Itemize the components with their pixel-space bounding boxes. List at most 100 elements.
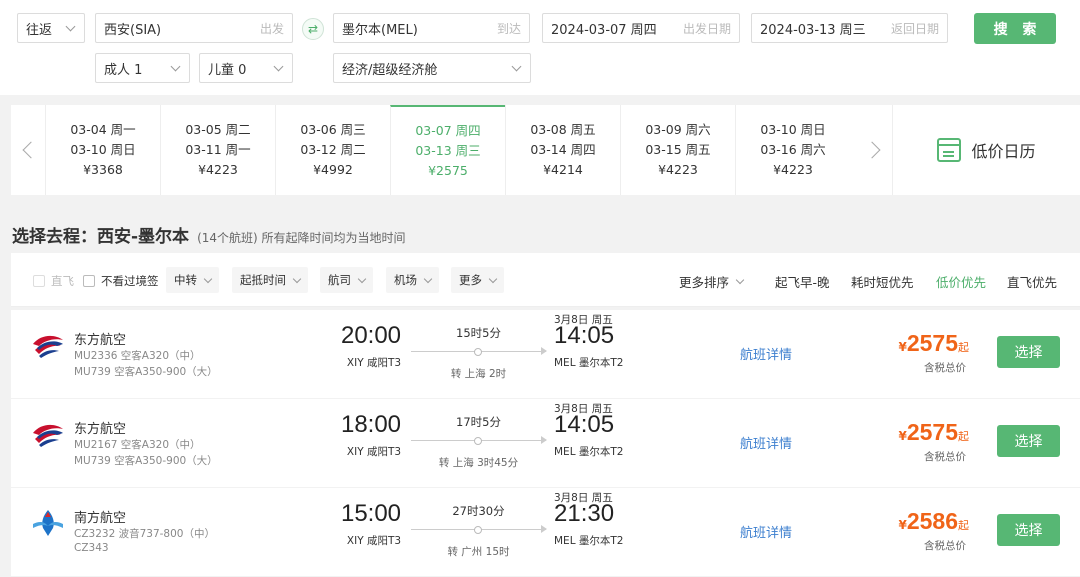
date-option[interactable]: 03-08 周五 03-14 周四 ¥4214 xyxy=(505,105,620,195)
filter-airline[interactable]: 航司 xyxy=(320,267,373,293)
return-date-value: 2024-03-13 周三 xyxy=(760,22,866,38)
calendar-label: 低价日历 xyxy=(971,142,1036,161)
flight-segment-1: MU2336 空客A320（中） xyxy=(74,350,201,362)
date-option[interactable]: 03-09 周六 03-15 周五 ¥4223 xyxy=(620,105,735,195)
adults-select[interactable]: 成人 1 xyxy=(95,53,190,83)
date-option[interactable]: 03-05 周二 03-11 周一 ¥4223 xyxy=(160,105,275,195)
flight-detail-link[interactable]: 航班详情 xyxy=(740,522,792,541)
price: ¥2575起 xyxy=(889,330,969,357)
select-flight-button[interactable]: 选择 xyxy=(997,425,1060,457)
date-return: 03-12 周二 xyxy=(300,142,366,157)
children-select[interactable]: 儿童 0 xyxy=(199,53,293,83)
airline-name: 南方航空 xyxy=(74,511,127,526)
section-heading: 选择去程：西安-墨尔本 (14个航班) 所有起降时间均为当地时间 xyxy=(12,222,406,247)
departure-time: 20:00 xyxy=(340,322,402,349)
flight-row: 南方航空 CZ3232 波音737-800（中） CZ343 15:00 XIY 咸阳T… xyxy=(11,488,1080,576)
chevron-down-icon xyxy=(65,21,76,31)
flight-duration: 15时5分 xyxy=(456,326,501,340)
from-city-input[interactable]: 西安(SIA) 出发 xyxy=(95,13,293,43)
sort-direct-first[interactable]: 直飞优先 xyxy=(1007,272,1057,291)
departure-airport: XIY 咸阳T3 xyxy=(346,535,402,547)
date-return: 03-16 周六 xyxy=(760,142,826,157)
depart-date-input[interactable]: 2024-03-07 周四 出发日期 xyxy=(542,13,740,43)
next-dates-button[interactable] xyxy=(858,105,892,195)
swap-icon[interactable]: ⇄ xyxy=(302,18,324,40)
flight-row: 东方航空 MU2336 空客A320（中） MU739 空客A350-900（大） 2… xyxy=(11,310,1080,398)
flight-detail-link[interactable]: 航班详情 xyxy=(740,433,792,452)
flight-duration: 27时30分 xyxy=(452,504,505,518)
price: ¥2586起 xyxy=(889,508,969,535)
filter-times[interactable]: 起抵时间 xyxy=(232,267,308,293)
select-flight-button[interactable]: 选择 xyxy=(997,514,1060,546)
to-city-input[interactable]: 墨尔本(MEL) 到达 xyxy=(333,13,530,43)
filter-airport[interactable]: 机场 xyxy=(386,267,439,293)
flight-segment-2: MU739 空客A350-900（大） xyxy=(74,366,218,378)
chevron-down-icon xyxy=(273,61,284,71)
price-suffix: 起 xyxy=(958,341,969,354)
chevron-down-icon xyxy=(292,274,302,283)
from-city-value: 西安(SIA) xyxy=(104,22,162,38)
date-depart: 03-05 周二 xyxy=(185,122,251,137)
date-price: ¥4223 xyxy=(198,162,238,177)
departure-airport: XIY 咸阳T3 xyxy=(346,357,402,369)
direct-label: 直飞 xyxy=(51,274,74,288)
chevron-left-icon xyxy=(22,141,40,159)
chevron-down-icon xyxy=(735,275,745,285)
sort-lowest-price[interactable]: 低价优先 xyxy=(936,272,986,291)
checkbox-icon xyxy=(33,275,45,287)
low-price-calendar-button[interactable]: 低价日历 xyxy=(892,105,1080,195)
chevron-down-icon xyxy=(170,61,181,71)
price-value: 2575 xyxy=(906,330,958,356)
china-eastern-logo xyxy=(31,419,65,449)
chevron-down-icon xyxy=(488,274,498,283)
direct-checkbox[interactable]: 直飞 xyxy=(33,273,74,289)
trip-type-select[interactable]: 往返 xyxy=(17,13,85,43)
chevron-down-icon xyxy=(203,274,213,283)
return-date-placeholder: 返回日期 xyxy=(890,21,939,36)
flight-count-note: (14个航班) 所有起降时间均为当地时间 xyxy=(197,231,406,245)
no-transit-visa-checkbox[interactable]: 不看过境签 xyxy=(83,273,159,289)
airline-name: 东方航空 xyxy=(74,333,127,348)
date-price: ¥4223 xyxy=(658,162,698,177)
filter-more[interactable]: 更多 xyxy=(451,267,504,293)
cabin-value: 经济/超级经济舱 xyxy=(342,62,438,78)
date-option[interactable]: 03-07 周四 03-13 周三 ¥2575 xyxy=(390,105,505,195)
filter-label: 机场 xyxy=(394,273,417,287)
price-value: 2575 xyxy=(906,419,958,445)
flight-detail-link[interactable]: 航班详情 xyxy=(740,344,792,363)
checkbox-icon xyxy=(83,275,95,287)
route-line xyxy=(411,347,547,356)
to-city-value: 墨尔本(MEL) xyxy=(342,22,418,38)
sort-more[interactable]: 更多排序 xyxy=(679,272,745,291)
to-city-placeholder: 到达 xyxy=(496,21,521,36)
date-option[interactable]: 03-04 周一 03-10 周日 ¥3368 xyxy=(45,105,160,195)
search-panel: 往返 西安(SIA) 出发 ⇄ 墨尔本(MEL) 到达 2024-03-07 周… xyxy=(0,0,1080,95)
date-return: 03-14 周四 xyxy=(530,142,596,157)
search-button[interactable]: 搜 索 xyxy=(974,13,1056,44)
no-transit-visa-label: 不看过境签 xyxy=(101,274,159,288)
chevron-right-icon xyxy=(863,141,881,159)
date-return: 03-13 周三 xyxy=(415,143,481,158)
sort-departure-early[interactable]: 起飞早-晚 xyxy=(775,272,830,291)
date-option[interactable]: 03-06 周三 03-12 周二 ¥4992 xyxy=(275,105,390,195)
cabin-select[interactable]: 经济/超级经济舱 xyxy=(333,53,531,83)
flight-segment-1: CZ3232 波音737-800（中） xyxy=(74,528,215,540)
china-eastern-logo xyxy=(31,330,65,360)
select-flight-button[interactable]: 选择 xyxy=(997,336,1060,368)
arrival-time: 14:05 xyxy=(554,322,615,349)
return-date-input[interactable]: 2024-03-13 周三 返回日期 xyxy=(751,13,948,43)
price-suffix: 起 xyxy=(958,430,969,443)
date-option[interactable]: 03-10 周日 03-16 周六 ¥4223 xyxy=(735,105,850,195)
price-suffix: 起 xyxy=(958,519,969,532)
date-price: ¥4223 xyxy=(773,162,813,177)
transfer-info: 转 广州 15时 xyxy=(447,546,510,558)
filter-transfer[interactable]: 中转 xyxy=(166,267,219,293)
price-value: 2586 xyxy=(906,508,958,534)
filter-bar: 直飞 不看过境签 中转 起抵时间 航司 机场 更多 更多排序 起飞早-晚 耗时短… xyxy=(11,253,1080,307)
flight-row: 东方航空 MU2167 空客A320（中） MU739 空客A350-900（大） 1… xyxy=(11,399,1080,487)
prev-dates-button[interactable] xyxy=(11,105,45,195)
flight-duration: 17时5分 xyxy=(456,415,501,429)
children-value: 儿童 0 xyxy=(208,62,247,78)
sort-shortest[interactable]: 耗时短优先 xyxy=(851,272,914,291)
arrival-time: 21:30 xyxy=(554,500,615,527)
